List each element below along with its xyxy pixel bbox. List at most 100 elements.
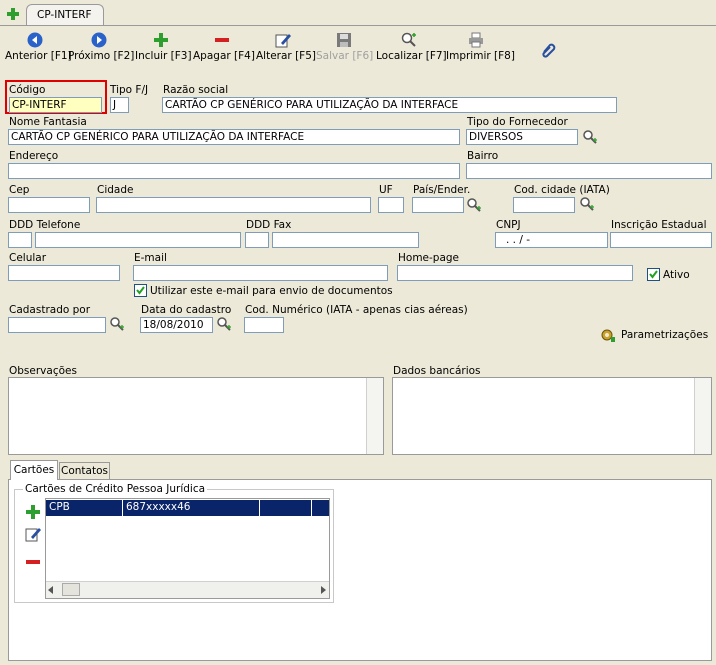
cod-cidade-label: Cod. cidade (IATA) <box>514 184 610 196</box>
paperclip-icon <box>542 43 556 58</box>
telefone-field[interactable] <box>35 232 241 248</box>
observacoes-textarea[interactable] <box>8 377 384 455</box>
edit-icon <box>275 34 291 48</box>
attachment-button[interactable] <box>540 42 558 60</box>
uf-label: UF <box>379 184 393 196</box>
tipo-fornecedor-field[interactable]: DIVERSOS <box>466 129 578 145</box>
anterior-button[interactable]: Anterior [F1] <box>5 32 72 62</box>
cod-cidade-search-icon[interactable] <box>579 196 595 212</box>
document-tab[interactable]: CP-INTERF <box>26 4 104 26</box>
edit-card-icon[interactable] <box>25 526 41 542</box>
codigo-label: Código <box>9 84 46 96</box>
cadastrado-search-icon[interactable] <box>109 316 125 332</box>
dados-bancarios-textarea[interactable] <box>392 377 712 455</box>
fantasia-field[interactable]: CARTÃO CP GENÉRICO PARA UTILIZAÇÃO DA IN… <box>8 129 460 145</box>
anterior-label: Anterior [F1] <box>5 50 72 62</box>
dados-bancarios-label: Dados bancários <box>393 365 481 377</box>
data-cadastro-field[interactable]: 18/08/2010 <box>140 317 213 333</box>
arrow-left-icon <box>27 32 43 48</box>
salvar-label: Salvar [F6] <box>316 50 374 62</box>
arrow-right-icon <box>91 32 107 48</box>
pais-search-icon[interactable] <box>466 197 482 213</box>
bairro-label: Bairro <box>467 150 499 162</box>
ddd-fax-label: DDD Fax <box>246 219 292 231</box>
delete-card-icon[interactable] <box>25 554 41 570</box>
add-tab-icon[interactable] <box>6 7 20 21</box>
proximo-button[interactable]: Próximo [F2] <box>68 32 134 62</box>
localizar-label: Localizar [F7] <box>376 50 447 62</box>
dados-bancarios-scrollbar[interactable] <box>694 378 711 454</box>
alterar-label: Alterar [F5] <box>256 50 316 62</box>
minus-icon <box>215 38 229 42</box>
observacoes-scrollbar[interactable] <box>366 378 383 454</box>
endereco-label: Endereço <box>9 150 59 162</box>
cidade-field[interactable] <box>96 197 371 213</box>
cadastrado-field[interactable] <box>8 317 106 333</box>
pais-field[interactable] <box>412 197 464 213</box>
tipo-fornecedor-search-icon[interactable] <box>582 129 598 145</box>
salvar-button[interactable]: Salvar [F6] <box>316 32 374 62</box>
fantasia-label: Nome Fantasia <box>9 116 87 128</box>
inscricao-field[interactable] <box>610 232 712 248</box>
utilizar-email-label: Utilizar este e-mail para envio de docum… <box>150 285 393 297</box>
cards-group-title: Cartões de Crédito Pessoa Jurídica <box>23 483 208 495</box>
tab-content-panel: Cartões de Crédito Pessoa Jurídica CPB 6… <box>8 479 712 661</box>
find-icon <box>401 32 416 47</box>
card-code-cell: CPB <box>49 501 70 513</box>
cards-grid-hscrollbar[interactable] <box>46 581 329 598</box>
alterar-button[interactable]: Alterar [F5] <box>256 32 316 62</box>
fax-field[interactable] <box>272 232 419 248</box>
table-row[interactable]: CPB 687xxxxx46 <box>46 500 329 516</box>
endereco-field[interactable] <box>8 163 460 179</box>
tab-strip-line <box>0 25 716 26</box>
utilizar-email-checkbox[interactable] <box>134 284 147 297</box>
ddd-fax-field[interactable] <box>245 232 269 248</box>
add-card-icon[interactable] <box>25 504 41 520</box>
cod-cidade-field[interactable] <box>513 197 575 213</box>
uf-field[interactable] <box>378 197 404 213</box>
tab-contatos[interactable]: Contatos <box>59 462 110 479</box>
tab-cartoes[interactable]: Cartões <box>10 460 58 480</box>
parametrizacoes-button[interactable]: Parametrizações <box>600 327 710 343</box>
celular-label: Celular <box>9 252 47 264</box>
scroll-left-arrow-icon[interactable] <box>48 586 53 594</box>
homepage-field[interactable] <box>397 265 633 281</box>
cep-field[interactable] <box>8 197 90 213</box>
cidade-label: Cidade <box>97 184 134 196</box>
cadastrado-label: Cadastrado por <box>9 304 91 316</box>
scroll-right-arrow-icon[interactable] <box>321 586 326 594</box>
data-cadastro-search-icon[interactable] <box>216 316 232 332</box>
save-icon <box>337 33 351 47</box>
email-label: E-mail <box>134 252 167 264</box>
cnpj-label: CNPJ <box>496 219 521 231</box>
checkmark-icon <box>649 270 658 279</box>
inscricao-label: Inscrição Estadual <box>611 219 707 231</box>
settings-icon <box>601 329 615 342</box>
tab-contatos-label: Contatos <box>61 465 108 477</box>
apagar-button[interactable]: Apagar [F4] <box>193 32 255 62</box>
bairro-field[interactable] <box>466 163 712 179</box>
plus-icon <box>154 33 168 47</box>
localizar-button[interactable]: Localizar [F7] <box>376 32 447 62</box>
proximo-label: Próximo [F2] <box>68 50 135 62</box>
data-cadastro-label: Data do cadastro <box>141 304 232 316</box>
celular-field[interactable] <box>8 265 120 281</box>
cod-numerico-field[interactable] <box>244 317 284 333</box>
ddd-telefone-field[interactable] <box>8 232 32 248</box>
document-tab-label: CP-INTERF <box>37 9 92 21</box>
homepage-label: Home-page <box>398 252 460 264</box>
scroll-thumb[interactable] <box>62 583 80 596</box>
razao-field[interactable]: CARTÃO CP GENÉRICO PARA UTILIZAÇÃO DA IN… <box>162 97 617 113</box>
cnpj-field[interactable]: . . / - <box>495 232 608 248</box>
ativo-label: Ativo <box>663 269 690 281</box>
tipo-field[interactable]: J <box>110 97 129 113</box>
codigo-field[interactable]: CP-INTERF <box>9 97 102 113</box>
cards-grid[interactable]: CPB 687xxxxx46 <box>45 498 330 599</box>
incluir-label: Incluir [F3] <box>135 50 192 62</box>
incluir-button[interactable]: Incluir [F3] <box>135 32 192 62</box>
cep-label: Cep <box>9 184 30 196</box>
ativo-checkbox[interactable] <box>647 268 660 281</box>
email-field[interactable] <box>133 265 388 281</box>
imprimir-button[interactable]: Imprimir [F8] <box>446 32 515 62</box>
imprimir-label: Imprimir [F8] <box>446 50 515 62</box>
